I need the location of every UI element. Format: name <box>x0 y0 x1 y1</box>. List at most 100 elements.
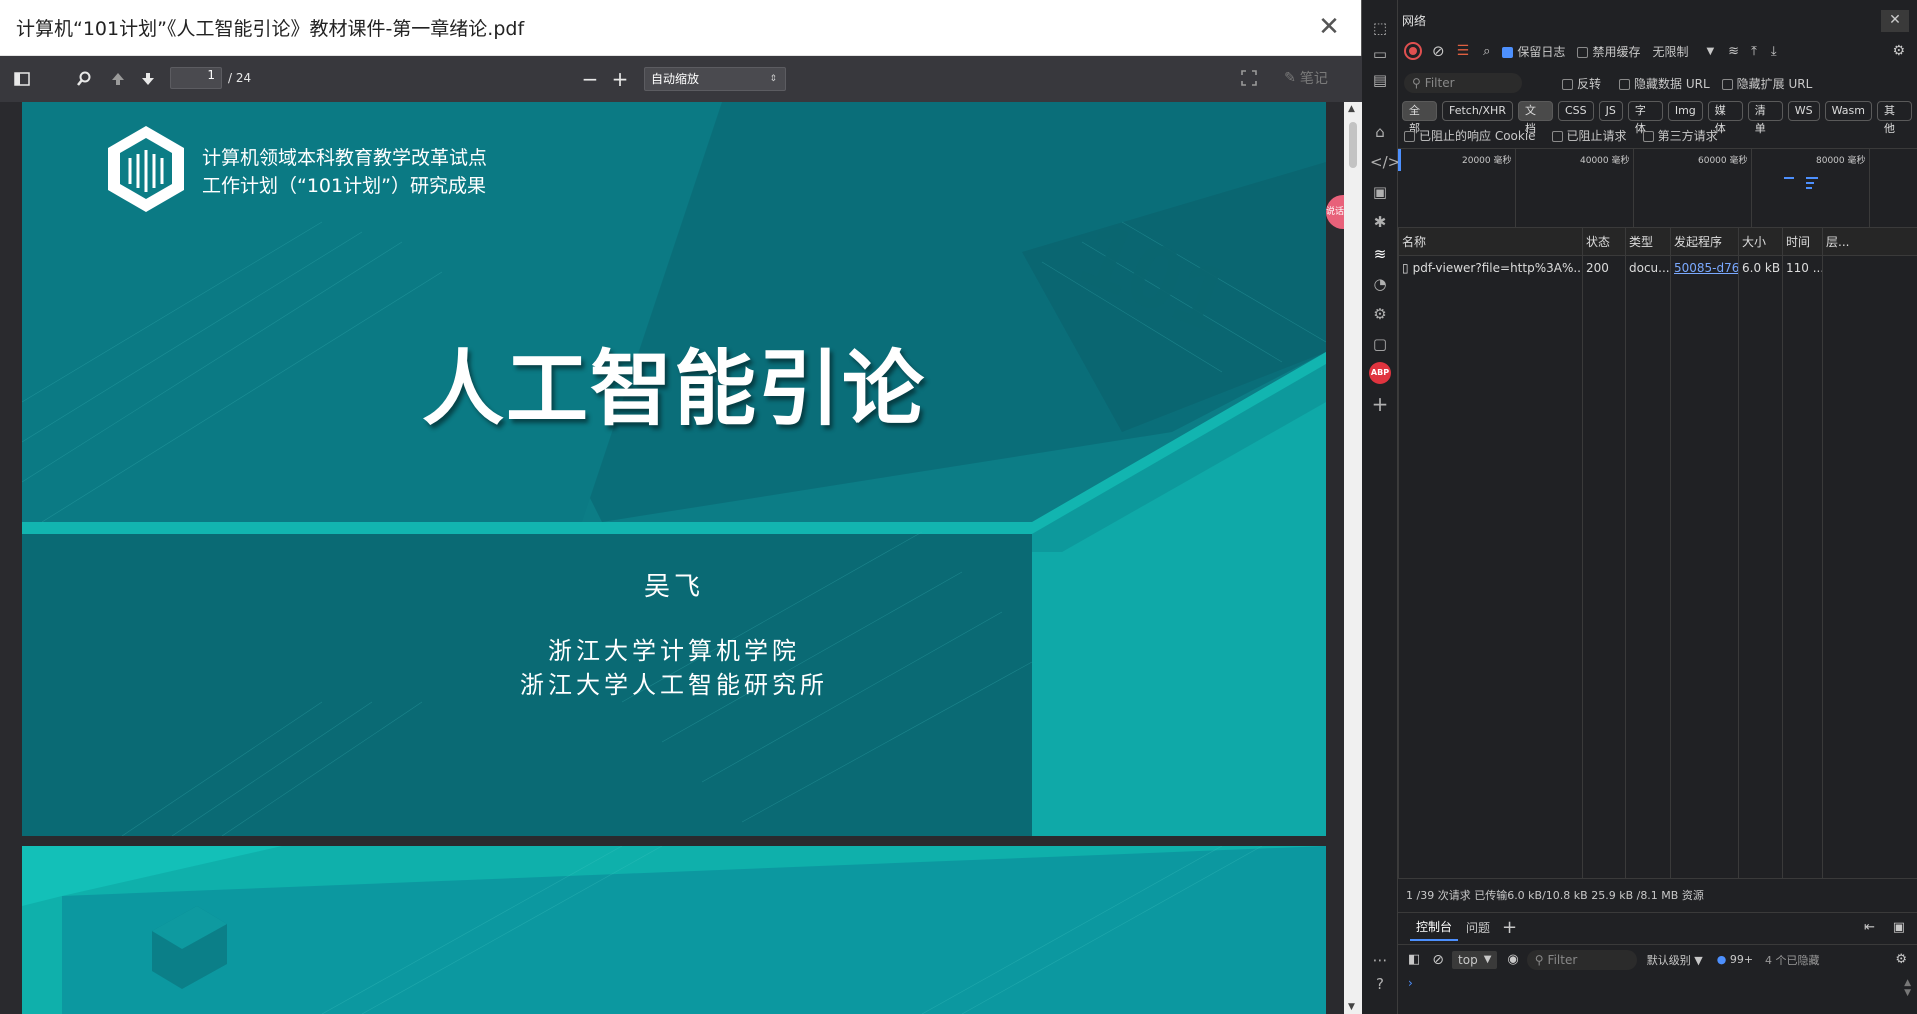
type-filter-other[interactable]: 其他 <box>1876 101 1912 135</box>
more-icon[interactable]: ⋯ <box>1370 950 1390 970</box>
slide-org-line2: 工作计划（“101计划”）研究成果 <box>202 175 486 197</box>
type-filter-js[interactable]: JS <box>1598 101 1623 121</box>
console-scroll-icon[interactable]: ▲ ▼ <box>1904 978 1911 998</box>
context-select[interactable]: top ▼ <box>1452 950 1498 969</box>
blocked-requests-checkbox[interactable]: 已阻止请求 <box>1551 127 1627 144</box>
type-filter-doc[interactable]: 文档 <box>1517 101 1553 135</box>
tab-issues[interactable]: 问题 <box>1466 919 1490 936</box>
column-header-type[interactable]: 类型 <box>1625 228 1670 256</box>
eye-icon[interactable]: ◉ <box>1507 952 1518 967</box>
help-icon[interactable]: ? <box>1370 974 1390 994</box>
close-panel-icon[interactable]: ✕ <box>1881 10 1909 32</box>
performance-icon[interactable]: ◔ <box>1370 274 1390 294</box>
page-number-input[interactable]: 1 <box>170 67 222 89</box>
scroll-up-icon[interactable]: ▲ <box>1348 104 1355 114</box>
network-settings-icon[interactable]: ⚙ <box>1892 43 1905 59</box>
pdf-title-bar: 计算机“101计划”《人工智能引论》教材课件-第一章绪论.pdf ✕ <box>0 0 1361 56</box>
zoom-out-icon[interactable]: − <box>580 67 600 91</box>
notes-button[interactable]: ✎ 笔记 <box>1278 66 1334 90</box>
issues-counter[interactable]: ● 99+ <box>1717 953 1753 966</box>
request-initiator-link[interactable]: 50085-d76e07f <box>1670 256 1738 280</box>
third-party-checkbox[interactable]: 第三方请求 <box>1642 127 1718 144</box>
type-filter-font[interactable]: 字体 <box>1627 101 1663 135</box>
console-prompt-icon[interactable]: › <box>1408 976 1413 990</box>
throttle-select[interactable]: 无限制 <box>1652 43 1688 60</box>
add-tool-icon[interactable]: + <box>1370 394 1390 414</box>
dock-drawer-icon[interactable]: ⇤ <box>1864 920 1875 935</box>
network-icon[interactable]: ≋ <box>1370 244 1390 264</box>
record-icon[interactable] <box>1404 42 1422 60</box>
dock-icon[interactable]: ▤ <box>1370 70 1390 90</box>
console-settings-icon[interactable]: ⚙ <box>1895 952 1907 967</box>
close-icon[interactable]: ✕ <box>1317 14 1341 40</box>
debug-icon[interactable]: ✱ <box>1370 212 1390 232</box>
invert-checkbox[interactable]: 反转 <box>1562 75 1601 92</box>
slide-background: 101 <box>22 102 1326 836</box>
filter-icon[interactable]: ☰ <box>1457 43 1470 59</box>
tab-console[interactable]: 控制台 <box>1410 914 1459 941</box>
pdf-page-2 <box>22 846 1326 1014</box>
elements-icon[interactable]: </> <box>1370 152 1400 172</box>
request-time: 110 ... <box>1786 261 1822 275</box>
download-icon[interactable]: ⤓ <box>1771 44 1777 59</box>
type-filter-wasm[interactable]: Wasm <box>1824 101 1872 121</box>
sidebar-icon[interactable]: ◧ <box>1408 952 1420 967</box>
column-header-layer[interactable]: 层... <box>1822 228 1862 256</box>
scroll-down-icon[interactable]: ▼ <box>1348 1002 1355 1012</box>
settings-gear-icon[interactable]: ⚙ <box>1370 304 1390 324</box>
clear-icon[interactable]: ⊘ <box>1432 42 1445 60</box>
preserve-log-checkbox[interactable]: 保留日志 <box>1502 43 1565 60</box>
search-icon[interactable] <box>74 67 94 91</box>
column-header-initiator[interactable]: 发起程序 <box>1670 228 1738 256</box>
pdf-scrollbar[interactable]: ▲ ▼ <box>1344 102 1362 1014</box>
chevron-down-icon[interactable]: ▼ <box>1706 46 1714 57</box>
scrollbar-thumb[interactable] <box>1349 122 1357 168</box>
inspect-icon[interactable]: ⬚ <box>1370 18 1390 38</box>
side-tab-button[interactable]: 说话 <box>1326 195 1344 229</box>
column-header-time[interactable]: 时间 <box>1782 228 1822 256</box>
home-icon[interactable]: ⌂ <box>1370 122 1390 142</box>
column-header-size[interactable]: 大小 <box>1738 228 1782 256</box>
next-page-icon[interactable] <box>138 67 158 91</box>
pdf-viewer-area[interactable]: 101 计算机领域本科教育教学改革试点 工作计划（“101计划”）研究成果 人工… <box>0 102 1362 1014</box>
request-size: 6.0 kB <box>1742 261 1781 275</box>
zoom-in-icon[interactable]: + <box>610 67 630 91</box>
type-filter-all[interactable]: 全部 <box>1402 101 1437 135</box>
disable-cache-checkbox[interactable]: 禁用缓存 <box>1577 43 1640 60</box>
adblock-icon[interactable]: ABP <box>1369 362 1391 384</box>
network-conditions-icon[interactable]: ≋ <box>1728 44 1739 59</box>
add-tab-icon[interactable]: + <box>1502 917 1517 938</box>
log-levels-select[interactable]: 默认级别 ▼ <box>1647 952 1703 968</box>
hide-data-urls-checkbox[interactable]: 隐藏数据 URL <box>1619 75 1710 92</box>
timeline-overview[interactable]: 20000 毫秒 40000 毫秒 60000 毫秒 80000 毫秒 <box>1398 148 1917 229</box>
previous-page-icon[interactable] <box>108 67 128 91</box>
hide-extension-urls-checkbox[interactable]: 隐藏扩展 URL <box>1721 75 1812 92</box>
type-filter-css[interactable]: CSS <box>1557 101 1594 121</box>
search-icon[interactable]: ⌕ <box>1483 44 1490 59</box>
upload-icon[interactable]: ⤒ <box>1751 44 1757 59</box>
fullscreen-icon[interactable] <box>1238 66 1260 90</box>
application-icon[interactable]: ▢ <box>1370 334 1390 354</box>
zoom-select[interactable]: 自动缩放 ⇕ <box>644 67 786 91</box>
network-toolbar: ⊘ ☰ ⌕ 保留日志 禁用缓存 无限制 ▼ ≋ ⤒ ⤓ ⚙ <box>1398 40 1917 62</box>
type-filter-img[interactable]: Img <box>1667 101 1703 121</box>
blocked-cookies-checkbox[interactable]: 已阻止的响应 Cookie <box>1404 127 1536 144</box>
type-filter-ws[interactable]: WS <box>1787 101 1820 121</box>
column-header-name[interactable]: 名称 <box>1398 228 1582 256</box>
request-status: 200 <box>1586 261 1609 275</box>
type-filter-fetch[interactable]: Fetch/XHR <box>1441 101 1513 121</box>
column-header-status[interactable]: 状态 <box>1582 228 1625 256</box>
console-filter-input[interactable]: ⚲ Filter <box>1526 949 1637 970</box>
console-icon[interactable]: ▣ <box>1370 182 1390 202</box>
page-total: / 24 <box>228 71 252 85</box>
type-filter-manifest[interactable]: 清单 <box>1747 101 1783 135</box>
clear-console-icon[interactable]: ⊘ <box>1432 952 1444 968</box>
toggle-drawer-icon[interactable]: ▣ <box>1893 920 1905 935</box>
type-filter-bar: 全部 Fetch/XHR 文档 CSS JS 字体 Img 媒体 清单 WS W… <box>1398 100 1917 135</box>
device-toolbar-icon[interactable]: ▭ <box>1370 44 1390 64</box>
document-icon: ▯ <box>1402 261 1409 275</box>
filter-input[interactable]: ⚲ Filter <box>1404 73 1522 93</box>
sidebar-toggle-icon[interactable] <box>12 67 32 91</box>
timeline-bar <box>1398 149 1401 171</box>
type-filter-media[interactable]: 媒体 <box>1707 101 1743 135</box>
